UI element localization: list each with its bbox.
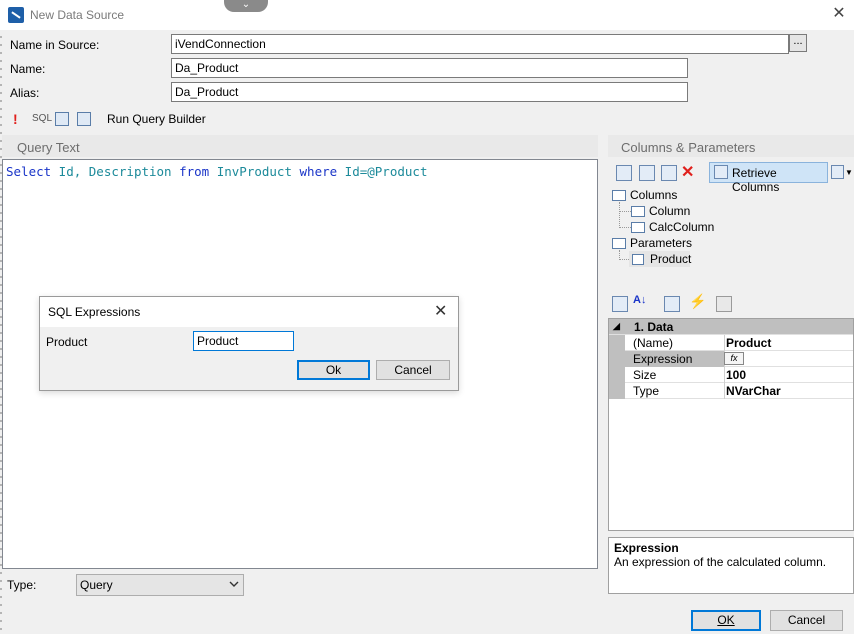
property-name: (Name) xyxy=(625,335,725,351)
grid-row[interactable]: Type NVarChar xyxy=(609,383,853,399)
property-name: Type xyxy=(625,383,725,399)
close-icon[interactable]: ✕ xyxy=(830,5,848,23)
property-name: Size xyxy=(625,367,725,383)
parameter-icon xyxy=(632,254,644,265)
categorized-icon[interactable] xyxy=(612,296,628,312)
query-text-header: Query Text xyxy=(2,135,598,157)
ok-label: OK xyxy=(717,613,735,627)
grid-row-selected[interactable]: Expression fx xyxy=(609,351,853,367)
run-query-builder-button[interactable]: Run Query Builder xyxy=(107,112,206,126)
delete-icon[interactable]: ✕ xyxy=(681,162,694,182)
row-gutter xyxy=(609,383,625,399)
tree-connector xyxy=(619,202,620,228)
chevron-down-icon[interactable]: ⌄ xyxy=(224,0,268,12)
property-name: Expression xyxy=(625,351,725,367)
tree-item-columns[interactable]: Columns xyxy=(630,188,677,202)
add-calc-column-icon[interactable] xyxy=(639,165,655,181)
row-gutter xyxy=(609,335,625,351)
sql-button[interactable]: SQL xyxy=(32,113,52,124)
columns-parameters-header: Columns & Parameters xyxy=(608,135,854,157)
options-dropdown-icon[interactable]: ▼ xyxy=(845,168,853,177)
sql-keyword: from xyxy=(179,164,210,179)
property-pages-icon[interactable] xyxy=(716,296,732,312)
ok-button[interactable]: OK xyxy=(691,610,761,631)
property-description: Expression An expression of the calculat… xyxy=(608,537,854,594)
collapse-icon[interactable]: ◢ xyxy=(613,321,620,332)
column-icon xyxy=(631,206,645,217)
sort-alphabetical-icon[interactable]: A↓ xyxy=(633,294,646,306)
query-builder-icon[interactable] xyxy=(77,112,91,126)
type-select-value: Query xyxy=(80,578,113,592)
row-gutter xyxy=(609,367,625,383)
properties-icon[interactable] xyxy=(664,296,680,312)
query-preview-icon[interactable] xyxy=(55,112,69,126)
dialog-ok-button[interactable]: Ok xyxy=(297,360,370,380)
property-value[interactable]: NVarChar xyxy=(726,383,781,398)
columns-folder-icon xyxy=(612,190,626,201)
name-field[interactable]: Da_Product xyxy=(171,58,688,78)
execute-icon[interactable]: ! xyxy=(13,111,18,127)
tree-item-parameters[interactable]: Parameters xyxy=(630,236,692,250)
name-in-source-label: Name in Source: xyxy=(10,38,100,52)
grid-row[interactable]: Size 100 xyxy=(609,367,853,383)
dialog-title: SQL Expressions xyxy=(48,305,141,319)
events-icon[interactable]: ⚡ xyxy=(689,293,706,310)
calc-column-icon xyxy=(631,222,645,233)
app-icon xyxy=(8,7,24,23)
alias-field[interactable]: Da_Product xyxy=(171,82,688,102)
dialog-cancel-button[interactable]: Cancel xyxy=(376,360,450,380)
grid-category-row[interactable]: ◢ 1. Data xyxy=(609,319,853,335)
row-gutter xyxy=(609,351,625,367)
sql-keyword: Select xyxy=(6,164,52,179)
dialog-close-icon[interactable]: ✕ xyxy=(434,301,447,321)
retrieve-columns-icon xyxy=(714,165,728,179)
sql-text: Id=@Product xyxy=(337,164,428,179)
description-text: An expression of the calculated column. xyxy=(614,555,827,569)
alias-label: Alias: xyxy=(10,86,40,100)
tree-connector xyxy=(619,211,631,212)
parameters-folder-icon xyxy=(612,238,626,249)
sql-keyword: where xyxy=(299,164,338,179)
sql-text: InvProduct xyxy=(209,164,300,179)
query-code: Select Id, Description from InvProduct w… xyxy=(6,164,427,179)
type-select[interactable]: Query xyxy=(76,574,244,596)
retrieve-columns-label: Retrieve Columns xyxy=(732,166,780,194)
name-label: Name: xyxy=(10,62,46,76)
cancel-label: Cancel xyxy=(787,613,826,627)
product-expression-input[interactable]: Product xyxy=(193,331,294,351)
cancel-button[interactable]: Cancel xyxy=(770,610,843,631)
tree-item-calc-column[interactable]: CalcColumn xyxy=(649,220,714,234)
product-label: Product xyxy=(46,335,88,349)
description-title: Expression xyxy=(614,541,679,555)
add-column-icon[interactable] xyxy=(616,165,632,181)
expression-editor-icon[interactable]: fx xyxy=(724,352,744,365)
title-bar xyxy=(0,0,854,30)
tree-item-product[interactable]: Product xyxy=(650,252,691,266)
options-icon[interactable] xyxy=(831,165,844,179)
property-value[interactable]: Product xyxy=(726,335,771,350)
grid-row[interactable]: (Name) Product xyxy=(609,335,853,351)
chevron-down-icon xyxy=(229,581,239,587)
tree-connector xyxy=(619,227,631,228)
property-value[interactable]: 100 xyxy=(726,367,746,382)
name-in-source-field[interactable]: iVendConnection xyxy=(171,34,789,54)
type-label: Type: xyxy=(7,578,37,592)
property-grid: ◢ 1. Data (Name) Product Expression fx S… xyxy=(608,318,854,531)
browse-connection-button[interactable]: ... xyxy=(789,34,807,52)
sql-text: Id, Description xyxy=(51,164,180,179)
category-label: 1. Data xyxy=(634,320,674,334)
add-parameter-icon[interactable] xyxy=(661,165,677,181)
window-title: New Data Source xyxy=(30,8,125,22)
retrieve-columns-button[interactable]: Retrieve Columns xyxy=(709,162,828,194)
tree-item-column[interactable]: Column xyxy=(649,204,690,218)
